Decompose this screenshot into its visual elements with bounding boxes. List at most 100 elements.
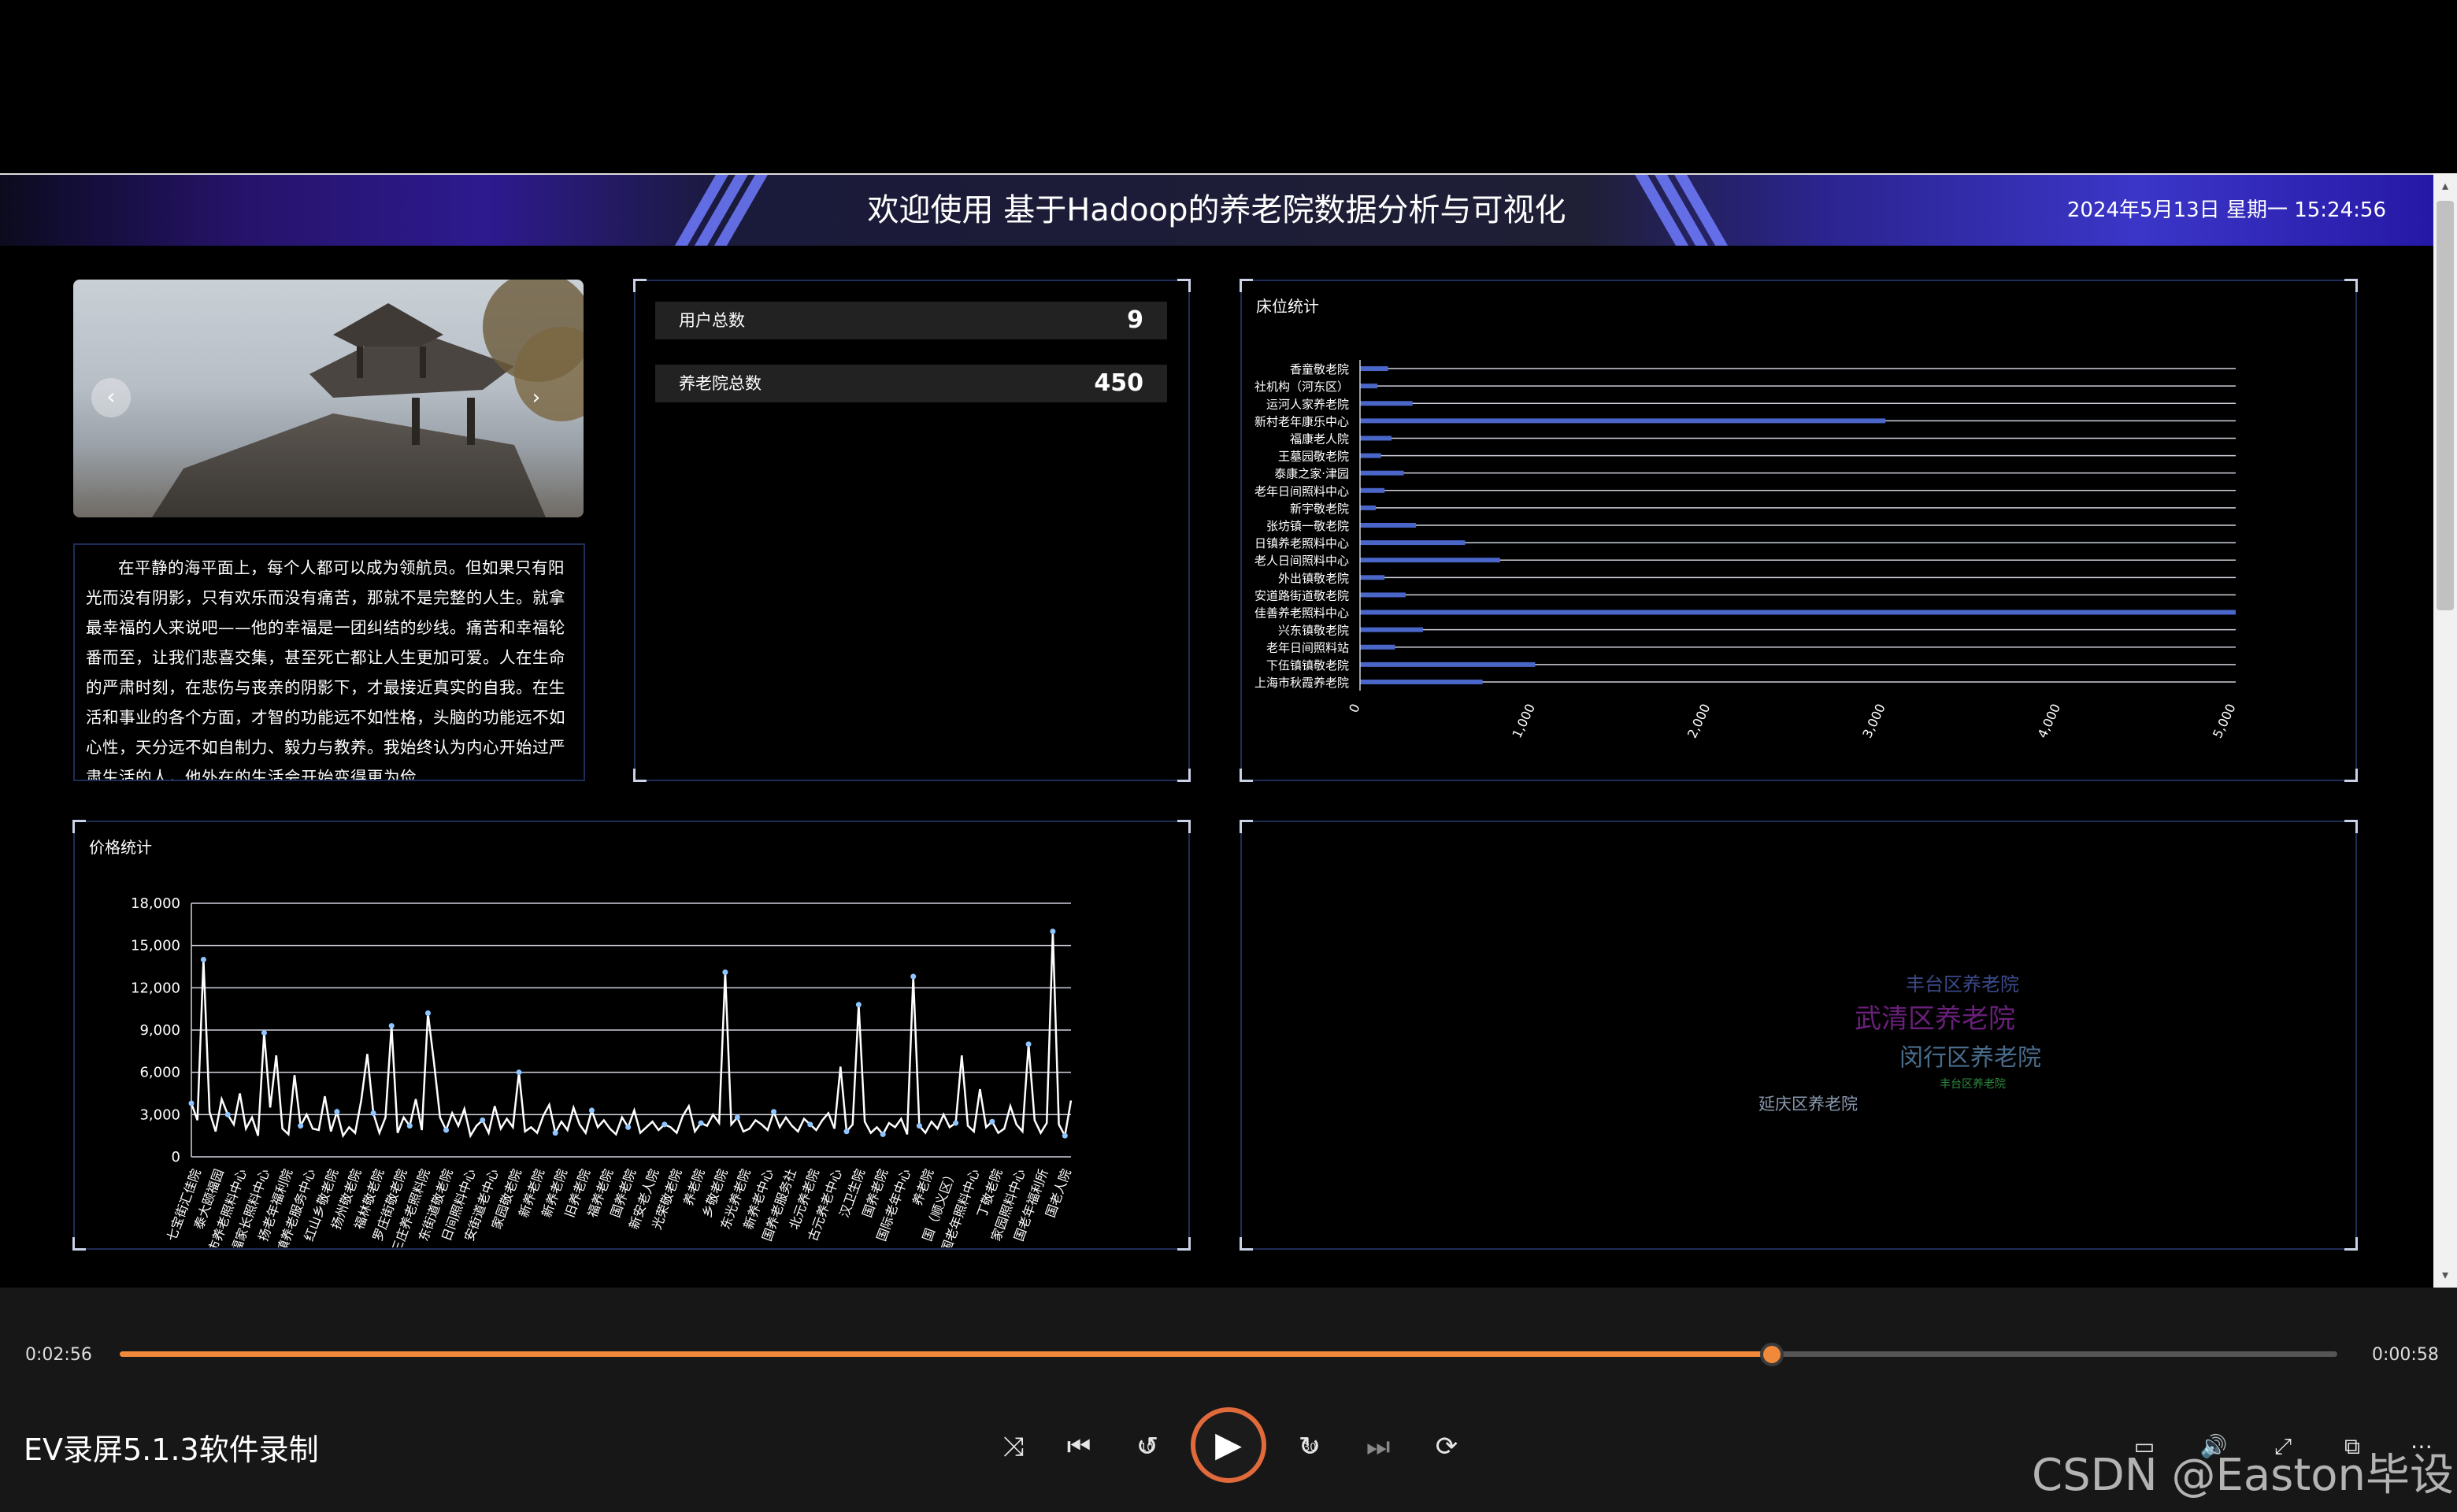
bed-bar xyxy=(1360,435,1392,441)
bed-category-label: 佳善养老照料中心 xyxy=(1254,606,1349,621)
bed-category-label: 王墓园敬老院 xyxy=(1278,450,1349,464)
bed-x-tick: 1,000 xyxy=(1509,702,1538,741)
intro-text-panel: 在平静的海平面上，每个人都可以成为领航员。但如果只有阳光而没有阴影，只有欢乐而没… xyxy=(73,543,585,781)
progress-fill xyxy=(120,1351,1772,1357)
word-cloud-item: 丰台区养老院 xyxy=(1906,973,2019,995)
bed-bar xyxy=(1360,453,1381,458)
stats-panel xyxy=(633,279,1191,782)
bed-category-label: 老人日间照料中心 xyxy=(1254,554,1349,568)
price-y-tick: 12,000 xyxy=(131,980,180,996)
price-point xyxy=(200,957,206,963)
bed-category-label: 新宇敬老院 xyxy=(1290,502,1349,516)
scroll-down-icon[interactable]: ▾ xyxy=(2437,1266,2454,1284)
price-point xyxy=(388,1023,395,1029)
forward-icon[interactable]: ↻ 30 xyxy=(1290,1427,1329,1466)
bed-category-label: 日镇养老照料中心 xyxy=(1254,536,1349,550)
bed-bar xyxy=(1360,366,1388,372)
price-point xyxy=(1025,1041,1032,1047)
bed-bar xyxy=(1360,487,1385,493)
bed-bar xyxy=(1360,592,1406,598)
price-point xyxy=(298,1123,304,1129)
bed-category-label: 安道路街道敬老院 xyxy=(1254,588,1349,602)
scroll-up-icon[interactable]: ▴ xyxy=(2437,177,2454,195)
price-point xyxy=(807,1121,813,1128)
carousel-next-button[interactable]: › xyxy=(524,386,548,410)
price-point xyxy=(224,1111,231,1117)
bed-chart-panel: 床位统计 香童敬老院 社机构（河东区） 运河人家养老院 新村老年康乐中心 福康老人院 王墓… xyxy=(1240,279,2358,782)
price-point xyxy=(588,1107,595,1114)
price-point xyxy=(370,1110,376,1117)
bed-category-label: 张坊镇一敬老院 xyxy=(1266,519,1349,533)
bed-category-label: 福康老人院 xyxy=(1290,432,1349,446)
price-point xyxy=(880,1131,886,1137)
bed-bar xyxy=(1360,470,1404,476)
bed-category-label: 外出镇敬老院 xyxy=(1278,571,1349,585)
image-carousel[interactable] xyxy=(73,280,584,517)
word-cloud-item: 延庆区养老院 xyxy=(1758,1095,1858,1114)
loop-icon[interactable]: ⟳ xyxy=(1427,1427,1466,1466)
progress-knob[interactable] xyxy=(1759,1343,1784,1366)
price-point xyxy=(1050,928,1056,935)
bed-bar xyxy=(1360,627,1424,632)
bed-bar xyxy=(1360,662,1536,667)
scroll-thumb[interactable] xyxy=(2437,201,2454,610)
total-time: 0:00:58 xyxy=(2372,1345,2439,1365)
pavilion-photo xyxy=(152,280,584,517)
stat-row-users: 用户总数 9 xyxy=(655,302,1167,339)
price-point xyxy=(625,1124,632,1130)
rewind-seconds: 10 xyxy=(1140,1442,1154,1454)
bed-category-label: 泰康之家·津园 xyxy=(1274,467,1349,481)
price-point xyxy=(480,1117,486,1123)
price-y-tick: 3,000 xyxy=(139,1106,180,1123)
price-point xyxy=(910,973,917,980)
bed-bar xyxy=(1360,679,1483,684)
price-point xyxy=(1062,1132,1068,1139)
word-cloud-item: 丰台区养老院 xyxy=(1940,1078,2006,1091)
price-point xyxy=(406,1123,413,1129)
word-cloud-item: 闵行区养老院 xyxy=(1899,1044,2041,1072)
price-point xyxy=(771,1109,777,1115)
bed-x-tick: 0 xyxy=(1346,702,1363,715)
price-point xyxy=(989,1118,995,1125)
bed-bar xyxy=(1360,558,1500,563)
price-point xyxy=(734,1114,740,1121)
bed-category-label: 运河人家养老院 xyxy=(1266,397,1349,411)
bed-category-label: 兴东镇敬老院 xyxy=(1278,624,1349,638)
price-point xyxy=(334,1109,340,1115)
price-point xyxy=(916,1123,922,1129)
bed-bar xyxy=(1360,540,1466,546)
bed-bar xyxy=(1360,523,1417,528)
rewind-icon[interactable]: ↺ 10 xyxy=(1128,1427,1167,1466)
play-button[interactable]: ▶ xyxy=(1191,1407,1266,1483)
intro-text: 在平静的海平面上，每个人都可以成为领航员。但如果只有阳光而没有阴影，只有欢乐而没… xyxy=(86,558,565,781)
carousel-prev-button[interactable]: ‹ xyxy=(91,378,131,417)
bed-x-tick: 4,000 xyxy=(2035,702,2064,741)
stat-label: 养老院总数 xyxy=(679,374,762,393)
price-y-tick: 0 xyxy=(172,1149,180,1166)
bed-category-label: 新村老年康乐中心 xyxy=(1254,414,1349,428)
bed-category-label: 香童敬老院 xyxy=(1290,362,1349,376)
shuffle-icon[interactable]: ⤨ xyxy=(994,1427,1033,1466)
bed-chart: 香童敬老院社机构（河东区） 运河人家养老院新村老年康乐中心福康老人院王墓园敬老院泰… xyxy=(1254,360,2239,741)
price-y-tick: 15,000 xyxy=(131,938,180,954)
forward-seconds: 30 xyxy=(1303,1442,1317,1454)
price-point xyxy=(698,1120,704,1126)
price-chart-panel: 价格统计 0 3,000 6,000 9,000 12,000 15,000 18,000 七… xyxy=(72,820,1191,1251)
price-chart: 0 3,000 6,000 9,000 12,000 15,000 18,000 七宝街汇佳院… xyxy=(131,895,1074,1247)
next-icon[interactable]: ⏭ xyxy=(1358,1427,1398,1466)
price-point xyxy=(261,1030,267,1036)
price-point xyxy=(722,969,728,976)
datetime-display: 2024年5月13日 星期一 15:24:56 xyxy=(2066,198,2386,222)
bed-category-label: 老年日间照料中心 xyxy=(1254,484,1349,498)
bed-category-label: 社机构（河东区） xyxy=(1254,380,1349,394)
price-series-line xyxy=(190,931,1073,1139)
watermark: CSDN @Easton毕设 xyxy=(2032,1450,2455,1501)
bed-x-tick: 5,000 xyxy=(2210,702,2239,741)
word-cloud-panel: 丰台区养老院 武清区养老院 闵行区养老院 丰台区养老院 延庆区养老院 xyxy=(1240,820,2358,1251)
stat-value: 450 xyxy=(1094,369,1143,397)
price-y-tick: 9,000 xyxy=(139,1022,180,1039)
bed-x-tick: 2,000 xyxy=(1684,702,1714,741)
previous-icon[interactable]: ⏮ xyxy=(1059,1427,1099,1466)
bed-bar xyxy=(1360,644,1395,650)
price-x-tick: 七宝街汇佳院 xyxy=(164,1167,204,1243)
